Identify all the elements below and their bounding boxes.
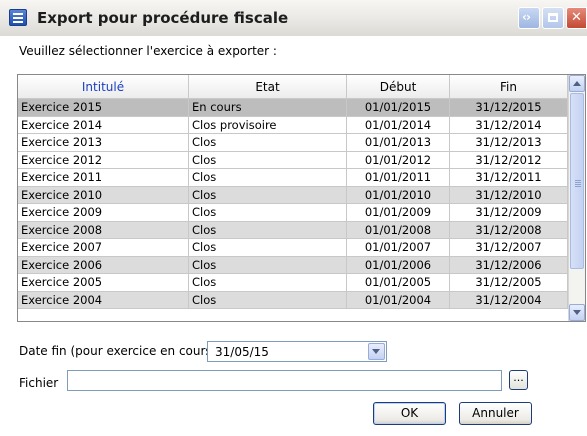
table-row[interactable]: Exercice 2004 Clos 01/01/2004 31/12/2004: [18, 291, 568, 309]
close-icon[interactable]: [566, 7, 587, 29]
cell-etat: Clos: [189, 239, 347, 256]
cell-debut: 01/01/2004: [347, 291, 450, 308]
table-row[interactable]: Exercice 2010 Clos 01/01/2010 31/12/2010: [18, 186, 568, 204]
cell-debut: 01/01/2006: [347, 256, 450, 273]
cell-etat: Clos: [189, 274, 347, 291]
table-row[interactable]: Exercice 2011 Clos 01/01/2011 31/12/2011: [18, 169, 568, 187]
cell-debut: 01/01/2014: [347, 116, 450, 133]
cell-debut: 01/01/2012: [347, 151, 450, 168]
cell-intitule: Exercice 2010: [18, 186, 189, 203]
prompt-label: Veuillez sélectionner l'exercice à expor…: [19, 44, 277, 58]
cell-etat: Clos: [189, 291, 347, 308]
table-row[interactable]: Exercice 2005 Clos 01/01/2005 31/12/2005: [18, 274, 568, 292]
cell-fin: 31/12/2013: [450, 134, 568, 151]
date-fin-select[interactable]: 31/05/15: [207, 341, 387, 362]
table-row[interactable]: Exercice 2006 Clos 01/01/2006 31/12/2006: [18, 256, 568, 274]
date-fin-value: 31/05/15: [215, 345, 269, 359]
browse-button[interactable]: ...: [509, 370, 528, 390]
cell-fin: 31/12/2005: [450, 274, 568, 291]
grip-icon: [575, 180, 581, 181]
cell-fin: 31/12/2010: [450, 186, 568, 203]
cell-intitule: Exercice 2012: [18, 151, 189, 168]
cell-fin: 31/12/2006: [450, 256, 568, 273]
cell-debut: 01/01/2011: [347, 169, 450, 186]
cell-debut: 01/01/2013: [347, 134, 450, 151]
table-row[interactable]: Exercice 2008 Clos 01/01/2008 31/12/2008: [18, 221, 568, 239]
title-bar[interactable]: Export pour procédure fiscale: [0, 0, 587, 36]
cell-intitule: Exercice 2013: [18, 134, 189, 151]
table-row[interactable]: Exercice 2012 Clos 01/01/2012 31/12/2012: [18, 151, 568, 169]
scroll-down-icon[interactable]: [569, 304, 585, 321]
cell-intitule: Exercice 2009: [18, 204, 189, 221]
cell-debut: 01/01/2008: [347, 221, 450, 238]
cell-debut: 01/01/2005: [347, 274, 450, 291]
table-row[interactable]: Exercice 2015 En cours 01/01/2015 31/12/…: [18, 99, 568, 117]
date-fin-label: Date fin (pour exercice en cours): [19, 344, 217, 358]
column-header-intitule[interactable]: Intitulé: [18, 75, 189, 99]
column-header-etat[interactable]: Etat: [189, 75, 347, 99]
cell-intitule: Exercice 2005: [18, 274, 189, 291]
table-header: Intitulé Etat Début Fin: [18, 75, 568, 99]
scrollbar-thumb[interactable]: [570, 93, 584, 269]
dropdown-arrow-icon[interactable]: [368, 343, 385, 360]
cell-etat: Clos: [189, 204, 347, 221]
exercise-table: Intitulé Etat Début Fin Exercice 2015 En…: [17, 74, 586, 322]
cell-fin: 31/12/2015: [450, 99, 568, 116]
fichier-label: Fichier: [19, 376, 59, 390]
fichier-input[interactable]: [67, 370, 502, 391]
column-header-debut[interactable]: Début: [347, 75, 450, 99]
cell-fin: 31/12/2008: [450, 221, 568, 238]
cell-debut: 01/01/2010: [347, 186, 450, 203]
cancel-button[interactable]: Annuler: [459, 402, 532, 425]
cell-etat: Clos: [189, 151, 347, 168]
ok-button[interactable]: OK: [373, 402, 446, 425]
table-row[interactable]: Exercice 2013 Clos 01/01/2013 31/12/2013: [18, 134, 568, 152]
vertical-scrollbar[interactable]: [568, 75, 585, 321]
back-forward-icon[interactable]: [518, 7, 540, 29]
cell-intitule: Exercice 2014: [18, 116, 189, 133]
table-row[interactable]: Exercice 2014 Clos provisoire 01/01/2014…: [18, 116, 568, 134]
cell-intitule: Exercice 2004: [18, 291, 189, 308]
cell-etat: Clos: [189, 169, 347, 186]
export-dialog: Export pour procédure fiscale Veuillez s…: [0, 0, 587, 436]
cell-intitule: Exercice 2007: [18, 239, 189, 256]
cell-debut: 01/01/2007: [347, 239, 450, 256]
cell-etat: Clos: [189, 256, 347, 273]
table-row[interactable]: Exercice 2007 Clos 01/01/2007 31/12/2007: [18, 239, 568, 257]
cell-etat: Clos: [189, 221, 347, 238]
cell-fin: 31/12/2004: [450, 291, 568, 308]
cell-intitule: Exercice 2006: [18, 256, 189, 273]
window-title: Export pour procédure fiscale: [37, 9, 289, 27]
cell-debut: 01/01/2015: [347, 99, 450, 116]
column-header-fin[interactable]: Fin: [450, 75, 568, 99]
cell-fin: 31/12/2007: [450, 239, 568, 256]
cell-intitule: Exercice 2008: [18, 221, 189, 238]
cell-fin: 31/12/2009: [450, 204, 568, 221]
cell-etat: Clos: [189, 186, 347, 203]
cell-etat: En cours: [189, 99, 347, 116]
maximize-icon[interactable]: [542, 7, 564, 29]
cell-etat: Clos: [189, 134, 347, 151]
cell-debut: 01/01/2009: [347, 204, 450, 221]
cell-intitule: Exercice 2011: [18, 169, 189, 186]
cell-fin: 31/12/2011: [450, 169, 568, 186]
scroll-up-icon[interactable]: [569, 75, 585, 92]
cell-fin: 31/12/2012: [450, 151, 568, 168]
cell-fin: 31/12/2014: [450, 116, 568, 133]
app-icon: [9, 9, 27, 26]
cell-etat: Clos provisoire: [189, 116, 347, 133]
cell-intitule: Exercice 2015: [18, 99, 189, 116]
table-row[interactable]: Exercice 2009 Clos 01/01/2009 31/12/2009: [18, 204, 568, 222]
table-body: Exercice 2015 En cours 01/01/2015 31/12/…: [18, 99, 568, 309]
